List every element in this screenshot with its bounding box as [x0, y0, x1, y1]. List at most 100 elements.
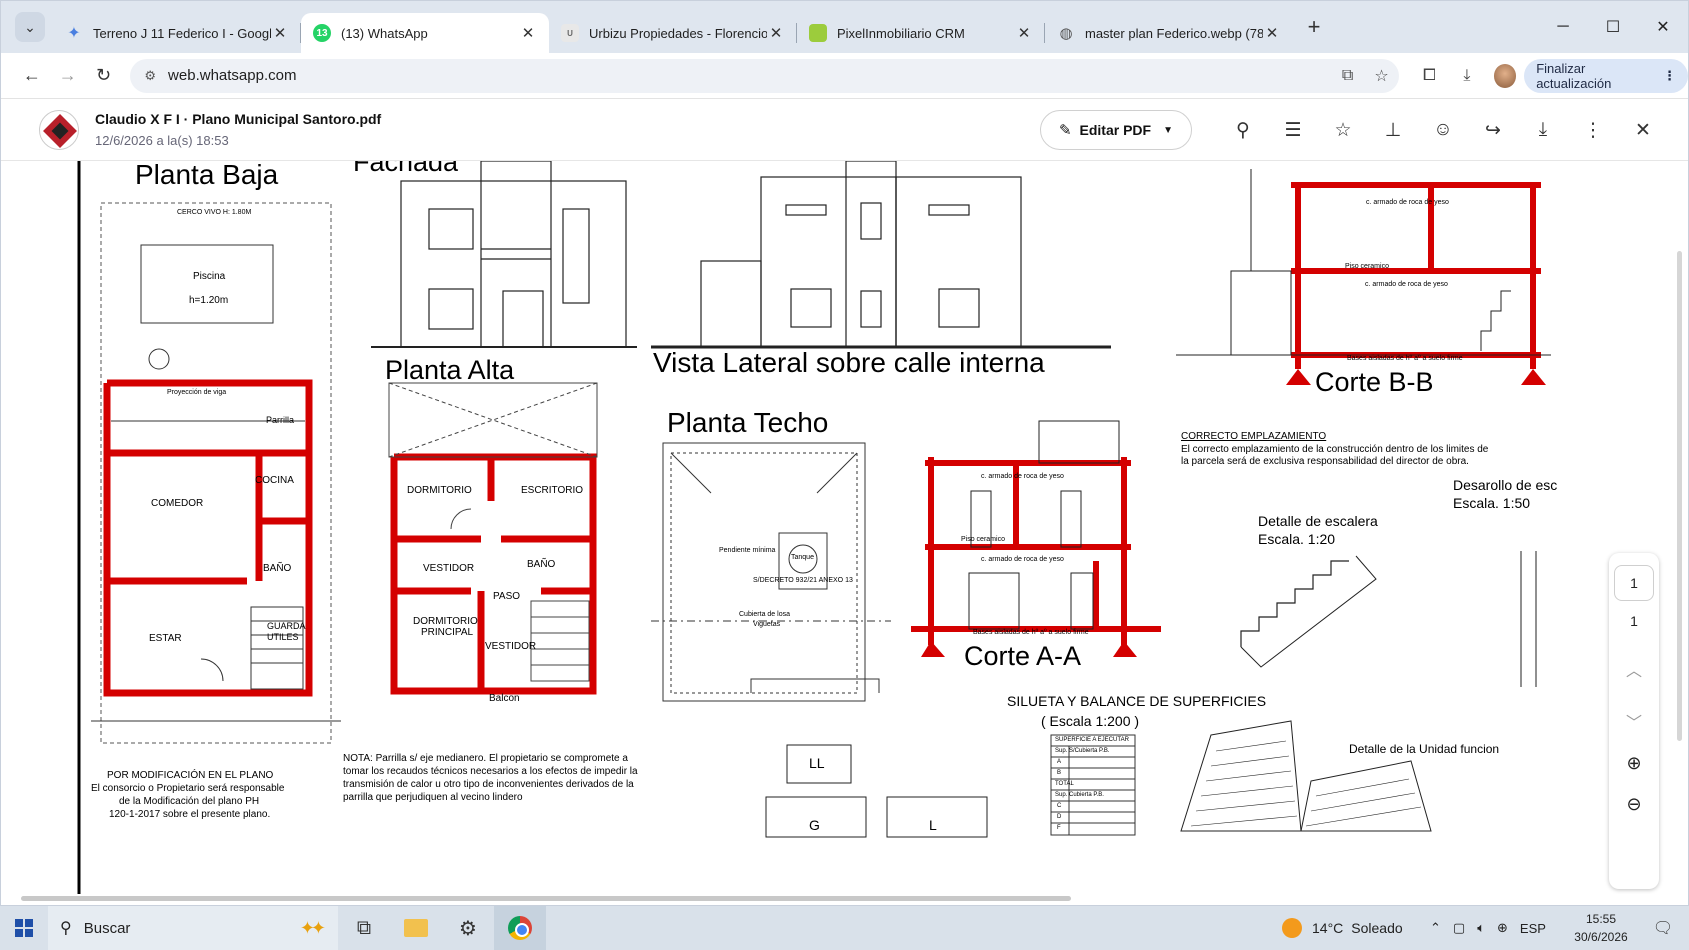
zoom-out-icon[interactable]: ⊖ [1626, 794, 1641, 815]
chevron-down-icon[interactable]: ﹀ [1626, 709, 1642, 733]
room-dormitorio: DORMITORIO [407, 485, 472, 496]
label-LL: LL [809, 755, 825, 771]
label-correcto-l1: El correcto emplazamiento de la construc… [1181, 444, 1489, 455]
close-viewer-icon[interactable]: ✕ [1618, 110, 1668, 150]
room-balcon: Balcon [489, 693, 520, 704]
forward-arrow-icon[interactable]: → [51, 58, 85, 94]
tab-terreno[interactable]: ✦ Terreno J 11 Federico I - Google ✕ [53, 13, 301, 53]
tab-urbizu[interactable]: U Urbizu Propiedades - Florencio ✕ [549, 13, 797, 53]
label-corte-aa: Corte A-A [964, 641, 1082, 671]
room-guarda: GUARDA [267, 621, 306, 631]
maximize-icon[interactable]: ☐ [1588, 1, 1638, 53]
label-escala-120: Escala. 1:20 [1258, 531, 1336, 547]
clock-date: 30/6/2026 [1574, 930, 1628, 944]
window-controls: ─ ☐ ✕ [1538, 1, 1688, 53]
tab-whatsapp[interactable]: 13 (13) WhatsApp ✕ [301, 13, 549, 53]
caption-icon[interactable]: ☰ [1268, 110, 1318, 150]
urbizu-icon: U [561, 24, 579, 42]
label-piso-ceramico-bb: Piso ceramico [1345, 263, 1389, 270]
volume-icon[interactable]: 🔈︎ [1477, 920, 1485, 936]
extensions-icon[interactable]: ⧠ [1411, 58, 1449, 94]
url-text: web.whatsapp.com [168, 67, 297, 84]
label-correcto-title: CORRECTO EMPLAZAMIENTO [1181, 431, 1327, 442]
caret-down-icon: ▼ [1163, 124, 1173, 136]
start-button[interactable] [0, 906, 48, 950]
label-proy-viga: Proyección de viga [167, 389, 227, 396]
star-icon[interactable]: ☆ [1318, 110, 1368, 150]
emoji-icon[interactable]: ☺ [1418, 110, 1468, 150]
label-G: G [809, 817, 820, 833]
gemini-sparkle-icon: ✦ [67, 25, 81, 42]
label-detalle-escalera: Detalle de escalera [1258, 513, 1378, 529]
room-paso: PASO [493, 591, 521, 602]
horizontal-scrollbar[interactable] [21, 896, 1071, 901]
language-indicator[interactable]: ESP [1520, 921, 1546, 936]
minimize-icon[interactable]: ─ [1538, 1, 1588, 53]
weather-widget[interactable]: 14°C Soleado [1282, 906, 1403, 950]
room-piscina: Piscina [193, 271, 226, 282]
room-parrilla: Parrilla [266, 415, 295, 425]
label-armado-roca-bb-2: c. armado de roca de yeso [1365, 281, 1448, 288]
current-page-input[interactable]: 1 [1614, 565, 1654, 601]
meet-icon[interactable]: ▢ [1453, 920, 1465, 936]
tab-close-icon[interactable]: ✕ [519, 24, 537, 42]
contact-info: Claudio X F I · Plano Municipal Santoro.… [95, 111, 381, 148]
edit-pdf-button[interactable]: ✎ Editar PDF ▼ [1039, 110, 1192, 150]
sun-icon [1282, 918, 1302, 938]
new-tab-plus-icon[interactable]: + [1299, 12, 1329, 42]
forward-icon[interactable]: ↪ [1468, 110, 1518, 150]
label-sdecreto: S/DECRETO 932/21 ANEXO 13 [753, 577, 853, 584]
contact-avatar[interactable] [39, 109, 79, 150]
pin-icon[interactable]: ⊥ [1368, 110, 1418, 150]
tab-master-plan[interactable]: ◍ master plan Federico.webp (78 ✕ [1045, 13, 1293, 53]
tab-label: Urbizu Propiedades - Florencio [589, 25, 767, 41]
label-fachada: Fachada [353, 161, 459, 177]
label-bases-bb: Bases aisladas de hº aº a suelo firme [1347, 355, 1463, 362]
whatsapp-icon: 13 [313, 24, 331, 42]
label-mod-l3: de la Modificación del plano PH [119, 796, 260, 807]
bookmark-star-icon[interactable]: ☆ [1365, 66, 1399, 86]
profile-avatar[interactable] [1493, 63, 1517, 88]
window-close-icon[interactable]: ✕ [1638, 1, 1688, 53]
network-globe-icon[interactable]: ⊕ [1497, 920, 1508, 936]
label-pendiente: Pendiente mínima [719, 547, 776, 554]
taskbar-search[interactable]: ⚲ Buscar ✦✦ [48, 906, 338, 950]
room-comedor: COMEDOR [151, 498, 204, 509]
label-planta-techo: Planta Techo [667, 407, 829, 438]
address-bar[interactable]: ⚙ web.whatsapp.com ⧉ ☆ [130, 58, 1399, 93]
label-cerco-vivo: CERCO VIVO H: 1.80M [177, 209, 252, 216]
task-view-icon[interactable]: ⧉ [338, 906, 390, 950]
room-bano-pb: BAÑO [263, 563, 292, 574]
download-icon[interactable]: ⤓ [1518, 110, 1568, 150]
clock[interactable]: 15:55 30/6/2026 [1568, 910, 1634, 946]
chevron-up-icon[interactable]: ︿ [1626, 657, 1642, 681]
finish-update-button[interactable]: Finalizar actualización ⋮ [1524, 58, 1688, 93]
weather-temp: 14°C [1312, 920, 1344, 936]
update-label: Finalizar actualización [1536, 60, 1612, 91]
back-arrow-icon[interactable]: ← [15, 58, 49, 94]
more-options-icon[interactable]: ⋮ [1568, 110, 1618, 150]
site-settings-icon[interactable]: ⚙ [144, 68, 156, 84]
chevron-up-icon[interactable]: ⌃ [1430, 920, 1441, 936]
pdf-document[interactable]: Planta Baja Fachada Planta Alta Vista La… [11, 161, 1671, 894]
downloads-icon[interactable]: ⤓ [1448, 58, 1486, 94]
install-app-icon[interactable]: ⧉ [1331, 67, 1365, 85]
table-row-0: SUPERFICIE A EJECUTAR [1055, 737, 1129, 743]
vertical-scrollbar[interactable] [1677, 251, 1682, 741]
tab-search-chevron-icon[interactable]: ⌄ [15, 12, 45, 42]
tab-crm[interactable]: PixelInmobiliario CRM ✕ [797, 13, 1045, 53]
notifications-icon[interactable]: 🗨︎ [1643, 906, 1683, 950]
reload-icon[interactable]: ↻ [87, 58, 121, 94]
room-cocina: COCINA [255, 475, 294, 486]
settings-gear-icon[interactable]: ⚙ [442, 906, 494, 950]
file-explorer-icon[interactable] [390, 906, 442, 950]
crm-icon [809, 24, 827, 42]
tab-label: master plan Federico.webp (78 [1085, 25, 1263, 41]
tab-close-icon[interactable]: ✕ [1015, 24, 1033, 42]
tab-close-icon[interactable]: ✕ [271, 24, 289, 42]
chrome-icon[interactable] [494, 906, 546, 950]
tab-close-icon[interactable]: ✕ [767, 24, 785, 42]
zoom-in-icon[interactable]: ⊕ [1626, 753, 1641, 774]
tab-close-icon[interactable]: ✕ [1263, 24, 1281, 42]
search-icon[interactable]: ⚲ [1218, 110, 1268, 150]
